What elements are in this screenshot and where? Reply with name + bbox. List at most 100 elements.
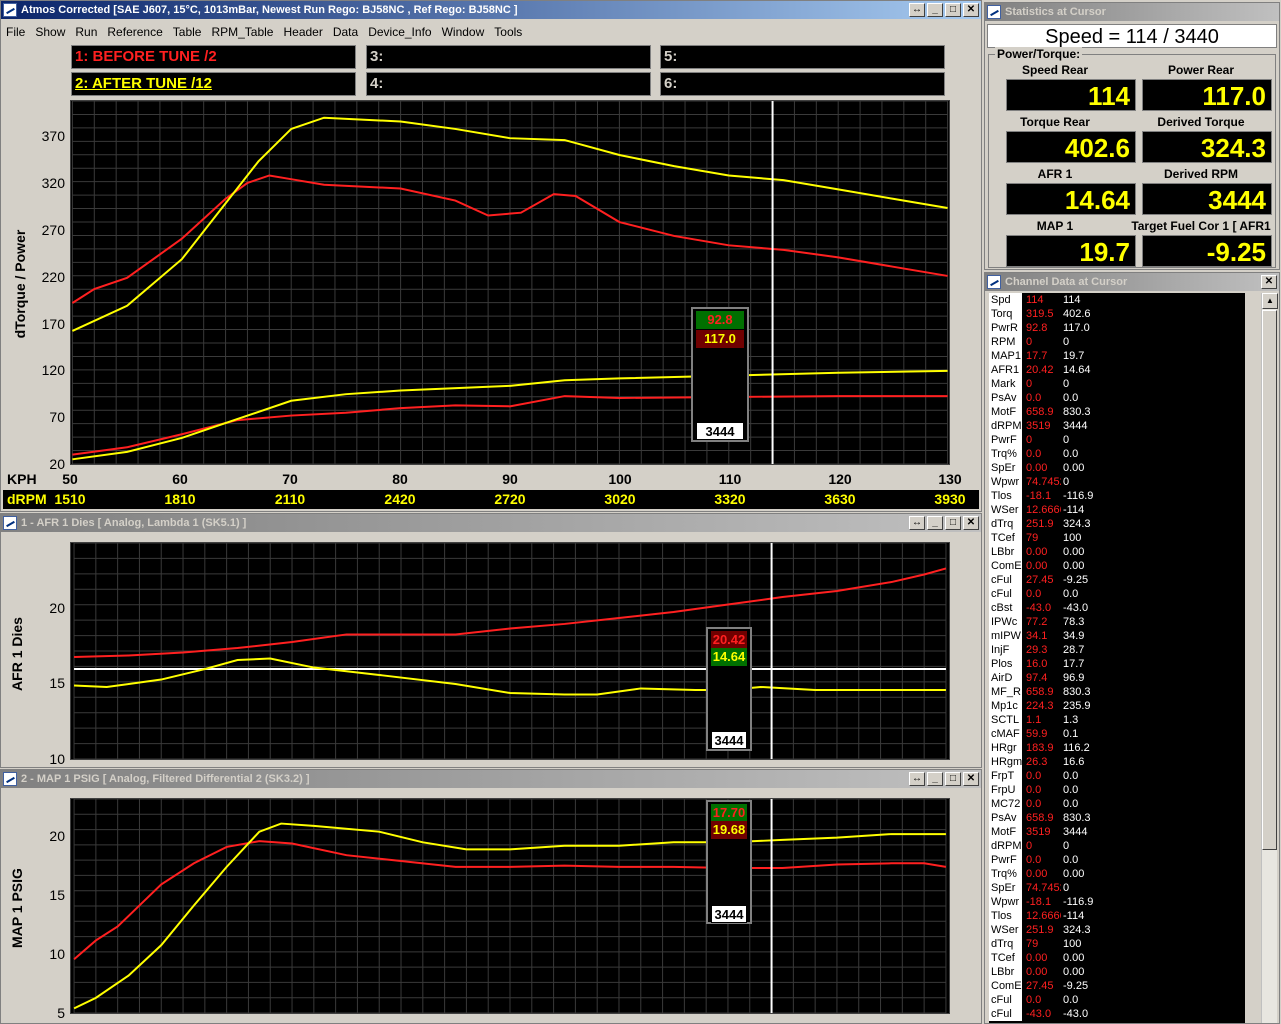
channel-row[interactable]: TCef 0.00 0.00 (989, 951, 1245, 965)
afr-plot[interactable] (70, 542, 950, 760)
menu-show[interactable]: Show (30, 25, 70, 39)
menu-data[interactable]: Data (328, 25, 363, 39)
channel-row[interactable]: FrpT 0.0 0.0 (989, 769, 1245, 783)
menu-rpmtable[interactable]: RPM_Table (206, 25, 278, 39)
channel-row[interactable]: RPM 0 0 (989, 335, 1245, 349)
main-title-bar[interactable]: Atmos Corrected [SAE J607, 15°C, 1013mBa… (1, 1, 981, 19)
channel-row[interactable]: cFul 0.0 0.0 (989, 993, 1245, 1007)
channel-value-run-1: 0.00 (1026, 560, 1048, 572)
channel-row[interactable]: MotF 3519 3444 (989, 825, 1245, 839)
channel-row[interactable]: PwrR 92.8 117.0 (989, 321, 1245, 335)
close-button[interactable]: ✕ (1261, 275, 1277, 289)
channel-row[interactable]: Tlos -18.1 -116.9 (989, 489, 1245, 503)
map-plot[interactable] (70, 798, 950, 1014)
map-title-bar[interactable]: 2 - MAP 1 PSIG [ Analog, Filtered Differ… (1, 770, 981, 788)
channel-row[interactable]: PsAv 0.0 0.0 (989, 391, 1245, 405)
cursor-value-run-1: 92.8 (696, 311, 744, 329)
channel-row[interactable]: InjF 29.3 28.7 (989, 643, 1245, 657)
minimize-button[interactable]: _ (927, 516, 943, 530)
channel-row[interactable]: MC72 0.0 0.0 (989, 797, 1245, 811)
channel-row[interactable]: Mark 0 0 (989, 377, 1245, 391)
channel-row[interactable]: Trq% 0.00 0.00 (989, 867, 1245, 881)
channel-row[interactable]: PwrF 0.0 0.0 (989, 853, 1245, 867)
channel-row[interactable]: dTrq 251.9 324.3 (989, 517, 1245, 531)
maximize-button[interactable]: □ (945, 516, 961, 530)
scroll-thumb[interactable] (1262, 310, 1277, 850)
restore-arrows-icon[interactable]: ↔ (909, 516, 925, 530)
channel-row[interactable]: Wpwr -18.1 -116.9 (989, 895, 1245, 909)
channel-row[interactable]: HRgm 26.3 16.6 (989, 755, 1245, 769)
channel-row[interactable]: cBst -43.0 -43.0 (989, 601, 1245, 615)
channel-row[interactable]: MAP1 17.7 19.7 (989, 349, 1245, 363)
channel-row[interactable]: Mp1c 224.3 235.9 (989, 699, 1245, 713)
rpm-tick-label: 3930 (934, 491, 966, 507)
channel-row[interactable]: LBbr 0.00 0.00 (989, 965, 1245, 979)
afr-title-bar[interactable]: 1 - AFR 1 Dies [ Analog, Lambda 1 (SK5.1… (1, 514, 981, 532)
minimize-button[interactable]: _ (927, 772, 943, 786)
channel-row[interactable]: cFul 0.0 0.0 (989, 587, 1245, 601)
restore-arrows-icon[interactable]: ↔ (909, 3, 925, 17)
channel-row[interactable]: AFR1 20.42 14.64 (989, 363, 1245, 377)
menu-header[interactable]: Header (278, 25, 327, 39)
channel-row[interactable]: FrpU 0.0 0.0 (989, 783, 1245, 797)
channel-window-title: Channel Data at Cursor (1005, 276, 1128, 288)
channel-row[interactable]: LBbr 0.00 0.00 (989, 545, 1245, 559)
channel-row[interactable]: mIPW 34.1 34.9 (989, 629, 1245, 643)
menu-file[interactable]: File (1, 25, 30, 39)
menu-table[interactable]: Table (168, 25, 207, 39)
channel-row[interactable]: PwrF 0 0 (989, 433, 1245, 447)
channel-row[interactable]: Tlos 12.6666-114 (989, 909, 1245, 923)
channel-row[interactable]: Plos 16.0 17.7 (989, 657, 1245, 671)
channel-value-run-2: -9.25 (1063, 980, 1089, 992)
channel-row[interactable]: Spd 114 114 (989, 293, 1245, 307)
legend-slot-3[interactable]: 3: (366, 45, 651, 69)
scroll-up-icon[interactable]: ▲ (1262, 293, 1278, 309)
restore-arrows-icon[interactable]: ↔ (909, 772, 925, 786)
channel-row[interactable]: TCef 79 100 (989, 531, 1245, 545)
legend-slot-6[interactable]: 6: (660, 72, 945, 96)
channel-scrollbar[interactable]: ▲ (1261, 293, 1278, 1023)
legend-slot-2[interactable]: 2: AFTER TUNE /12 (71, 72, 356, 96)
maximize-button[interactable]: □ (945, 772, 961, 786)
channel-row[interactable]: ComE 0.00 0.00 (989, 559, 1245, 573)
legend-slot-1[interactable]: 1: BEFORE TUNE /2 (71, 45, 356, 69)
close-button[interactable]: ✕ (963, 3, 979, 17)
maximize-button[interactable]: □ (945, 3, 961, 17)
channel-row[interactable]: PsAv 658.9 830.3 (989, 811, 1245, 825)
x-tick-label: 110 (718, 471, 742, 487)
channel-row[interactable]: WSer 251.9 324.3 (989, 923, 1245, 937)
power-torque-plot[interactable] (70, 100, 950, 465)
channel-row[interactable]: dTrq 79 100 (989, 937, 1245, 951)
channel-row[interactable]: Wpwr 74.74520 (989, 475, 1245, 489)
channel-row[interactable]: Trq% 0.0 0.0 (989, 447, 1245, 461)
close-button[interactable]: ✕ (963, 516, 979, 530)
stats-title-bar[interactable]: Statistics at Cursor (985, 3, 1279, 21)
rpm-axis-label: dRPM (7, 491, 47, 507)
channel-row[interactable]: dRPM 0 0 (989, 839, 1245, 853)
channel-row[interactable]: MotF 658.9 830.3 (989, 405, 1245, 419)
channel-row[interactable]: Torq 319.5 402.6 (989, 307, 1245, 321)
menu-run[interactable]: Run (70, 25, 102, 39)
channel-row[interactable]: cMAF 59.9 0.1 (989, 727, 1245, 741)
channel-row[interactable]: SCTL 1.1 1.3 (989, 713, 1245, 727)
channel-row[interactable]: HRgr 183.9 116.2 (989, 741, 1245, 755)
channel-row[interactable]: dRPM 3519 3444 (989, 419, 1245, 433)
channel-row[interactable]: MF_R 658.9 830.3 (989, 685, 1245, 699)
channel-row[interactable]: SpEr 74.74520 (989, 881, 1245, 895)
menu-tools[interactable]: Tools (489, 25, 527, 39)
menu-reference[interactable]: Reference (102, 25, 167, 39)
legend-slot-4[interactable]: 4: (366, 72, 651, 96)
channel-row[interactable]: AirD 97.4 96.9 (989, 671, 1245, 685)
close-button[interactable]: ✕ (963, 772, 979, 786)
channel-row[interactable]: IPWc 77.2 78.3 (989, 615, 1245, 629)
channel-title-bar[interactable]: Channel Data at Cursor ✕ (985, 273, 1279, 291)
menu-deviceinfo[interactable]: Device_Info (363, 25, 436, 39)
channel-row[interactable]: ComE 27.45 -9.25 (989, 979, 1245, 993)
channel-row[interactable]: cFul 27.45 -9.25 (989, 573, 1245, 587)
channel-row[interactable]: WSer 12.6666-114 (989, 503, 1245, 517)
channel-row[interactable]: SpEr 0.00 0.00 (989, 461, 1245, 475)
legend-slot-5[interactable]: 5: (660, 45, 945, 69)
channel-row[interactable]: cFul -43.0 -43.0 (989, 1007, 1245, 1021)
menu-window[interactable]: Window (437, 25, 490, 39)
minimize-button[interactable]: _ (927, 3, 943, 17)
